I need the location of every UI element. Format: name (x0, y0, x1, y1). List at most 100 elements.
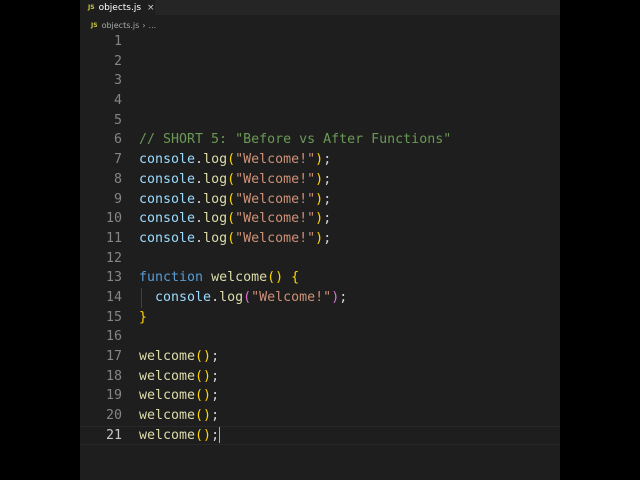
line-number: 8 (113, 171, 122, 187)
code-line[interactable]: 11 console.log("Welcome!"); (80, 229, 560, 249)
code-token: "Welcome!" (235, 171, 316, 187)
code-line[interactable]: 12 (80, 249, 560, 269)
close-icon[interactable]: × (147, 3, 155, 13)
line-number: 12 (105, 250, 122, 266)
code-token: ; (211, 368, 220, 384)
line-number: 14 (105, 289, 122, 305)
code-text: console.log("Welcome!"); (139, 229, 331, 249)
code-token: ( (227, 211, 236, 227)
code-line[interactable]: 3 (80, 71, 560, 91)
breadcrumb-more[interactable]: ... (149, 21, 157, 30)
code-text: // SHORT 5: "Before vs After Functions" (139, 130, 451, 150)
javascript-file-icon: JS (91, 21, 98, 29)
code-token: ; (323, 171, 332, 187)
code-line[interactable]: 16 (80, 327, 560, 347)
code-text: function welcome() { (139, 268, 299, 288)
code-token: ) (315, 171, 324, 187)
code-token: console (155, 289, 212, 305)
code-token: ( (227, 230, 236, 246)
code-line[interactable]: 10 console.log("Welcome!"); (80, 209, 560, 229)
code-line[interactable]: 4 (80, 91, 560, 111)
code-token: "Welcome!" (235, 152, 316, 168)
code-token: log (203, 191, 228, 207)
line-number: 20 (105, 408, 122, 424)
code-text: welcome(); (139, 386, 219, 406)
code-line[interactable]: 13 function welcome() { (80, 268, 560, 288)
code-token: () (195, 408, 212, 424)
code-line[interactable]: 17 welcome(); (80, 347, 560, 367)
code-token: console (139, 230, 196, 246)
code-line[interactable]: 6 // SHORT 5: "Before vs After Functions" (80, 130, 560, 150)
line-number: 9 (113, 191, 122, 207)
code-token: log (203, 230, 228, 246)
code-line[interactable]: 1 (80, 32, 560, 52)
code-token: ; (323, 152, 332, 168)
tab-objects-js[interactable]: JS objects.js × (80, 0, 155, 15)
code-token: log (203, 171, 228, 187)
code-token: welcome (139, 427, 196, 443)
code-token: () (195, 427, 212, 443)
code-line[interactable]: 19 welcome(); (80, 386, 560, 406)
code-line[interactable]: 15} (80, 308, 560, 328)
code-token: "Welcome!" (235, 230, 316, 246)
code-token: ; (211, 408, 220, 424)
code-text: welcome(); (139, 426, 221, 445)
breadcrumb-file[interactable]: objects.js (102, 21, 140, 30)
code-token: welcome (139, 349, 196, 364)
code-token: function (139, 270, 204, 286)
code-text: console.log("Welcome!"); (139, 209, 331, 229)
code-token: ) (315, 191, 324, 207)
code-token: ( (227, 152, 236, 168)
line-number: 5 (113, 112, 122, 128)
code-token: . (211, 289, 220, 305)
code-token: () (195, 368, 212, 384)
code-token: ; (211, 427, 220, 443)
code-line[interactable]: 8 console.log("Welcome!"); (80, 170, 560, 190)
code-token: } (139, 309, 148, 325)
code-token: ) (315, 230, 324, 246)
line-number: 15 (105, 309, 122, 325)
code-token: ; (211, 388, 220, 404)
code-token: . (195, 230, 204, 246)
code-line[interactable]: 21 welcome(); (80, 425, 560, 446)
tab-bar: JS objects.js × (80, 0, 560, 15)
code-token: ) (315, 211, 324, 227)
line-number: 21 (105, 427, 122, 443)
code-line[interactable]: 14 console.log("Welcome!"); (80, 287, 560, 308)
code-line[interactable]: 2 (80, 52, 560, 72)
line-number: 6 (113, 132, 122, 148)
line-number: 13 (105, 270, 122, 286)
code-token: // SHORT 5: "Before vs After Functions" (139, 132, 452, 148)
code-token: ( (227, 171, 236, 187)
code-token: ) (315, 152, 324, 168)
code-text: console.log("Welcome!"); (139, 190, 331, 210)
code-text: } (139, 308, 147, 328)
code-token: { (291, 270, 300, 286)
line-number: 2 (113, 53, 122, 69)
code-text: console.log("Welcome!"); (139, 150, 331, 170)
code-token: ; (323, 230, 332, 246)
line-number: 18 (105, 368, 122, 384)
code-token: "Welcome!" (251, 289, 332, 305)
code-text: welcome(); (139, 367, 219, 387)
code-line[interactable]: 7 console.log("Welcome!"); (80, 150, 560, 170)
code-token: welcome (211, 270, 268, 286)
code-token: console (139, 152, 196, 168)
code-editor[interactable]: 1 2 3 4 5 6 // SHORT 5: "Before vs After Funct… (80, 32, 560, 446)
code-line[interactable]: 18 welcome(); (80, 367, 560, 387)
code-token: ; (323, 211, 332, 227)
code-token: () (195, 388, 212, 404)
code-text: console.log("Welcome!"); (139, 288, 347, 308)
code-line[interactable]: 9 console.log("Welcome!"); (80, 190, 560, 210)
code-line[interactable]: 20 welcome(); (80, 406, 560, 426)
code-token: "Welcome!" (235, 211, 316, 227)
line-number: 19 (105, 388, 122, 404)
code-token: . (195, 191, 204, 207)
code-token: log (203, 211, 228, 227)
code-line[interactable]: 5 (80, 111, 560, 131)
code-token: ; (211, 349, 220, 364)
code-text: welcome(); (139, 406, 219, 426)
code-token: console (139, 191, 196, 207)
